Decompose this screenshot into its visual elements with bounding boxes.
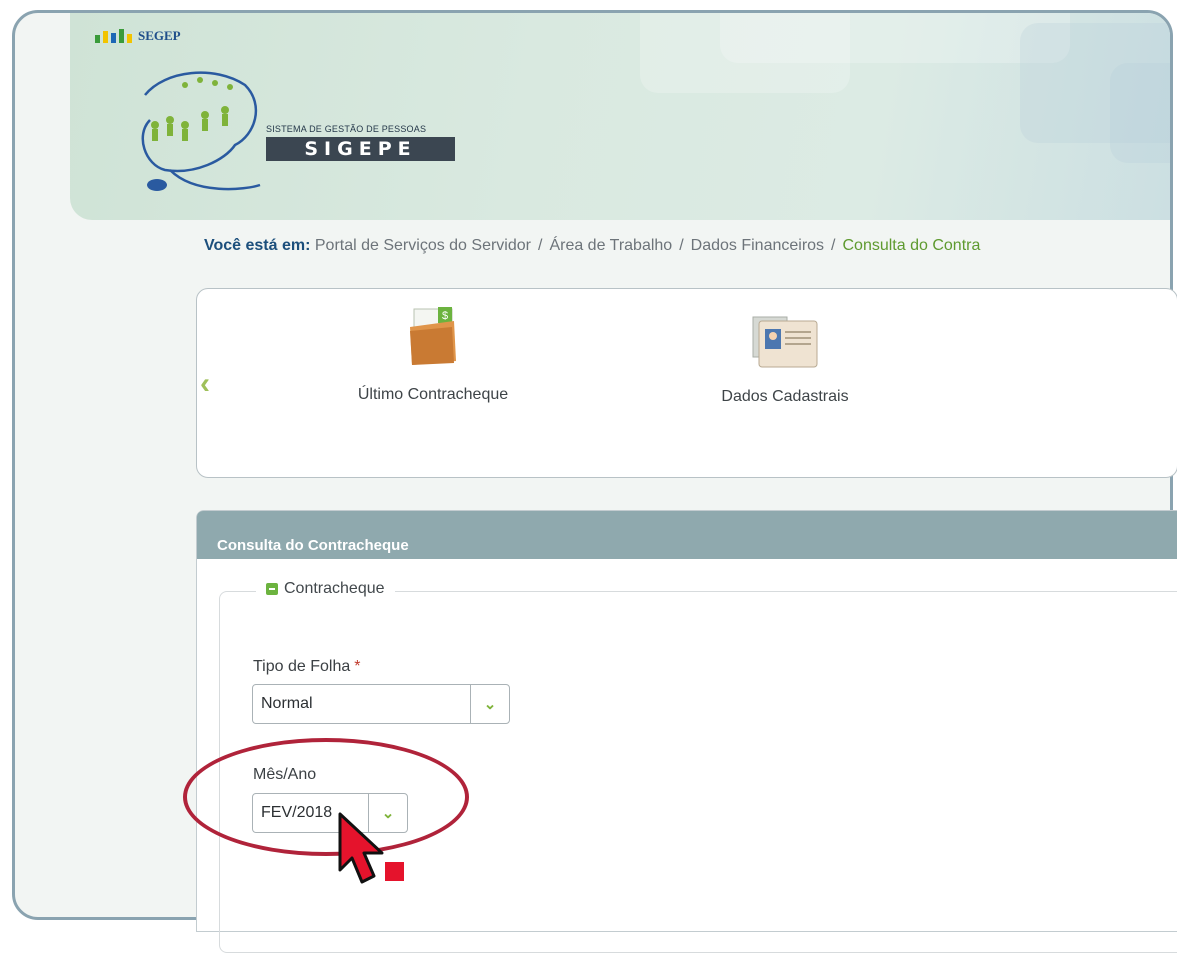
carousel-prev-icon[interactable]: ‹ bbox=[200, 367, 210, 401]
segep-logo: SEGEP bbox=[95, 28, 181, 44]
required-mark: * bbox=[354, 658, 361, 675]
segep-text: SEGEP bbox=[138, 28, 181, 43]
breadcrumb-separator: / bbox=[831, 237, 836, 254]
fieldset-legend-label: Contracheque bbox=[284, 580, 385, 597]
card-dados-cadastrais[interactable]: Dados Cadastrais bbox=[675, 307, 895, 406]
panel-title: Consulta do Contracheque bbox=[197, 511, 1177, 559]
system-name: SIGEPE bbox=[266, 137, 455, 161]
segep-bars-icon bbox=[95, 29, 132, 43]
highlight-ellipse bbox=[183, 738, 469, 856]
svg-text:$: $ bbox=[442, 310, 448, 322]
cursor-square-icon bbox=[385, 862, 404, 881]
fieldset-legend[interactable]: Contracheque bbox=[256, 580, 395, 598]
system-subtitle: SISTEMA DE GESTÃO DE PESSOAS bbox=[266, 124, 427, 134]
breadcrumb-lead: Você está em: bbox=[204, 237, 311, 254]
card-label: Dados Cadastrais bbox=[721, 388, 849, 405]
breadcrumb-item[interactable]: Área de Trabalho bbox=[549, 237, 672, 254]
collapse-icon[interactable] bbox=[266, 583, 278, 595]
id-card-icon bbox=[752, 316, 818, 368]
breadcrumb-item[interactable]: Dados Financeiros bbox=[691, 237, 824, 254]
folder-money-icon: $ bbox=[410, 307, 456, 365]
card-ultimo-contracheque[interactable]: $ Último Contracheque bbox=[323, 303, 543, 404]
chevron-down-icon[interactable]: ⌄ bbox=[470, 685, 509, 723]
breadcrumb-item[interactable]: Portal de Serviços do Servidor bbox=[315, 237, 531, 254]
tipo-folha-label-text: Tipo de Folha bbox=[253, 658, 351, 675]
tipo-folha-value: Normal bbox=[261, 695, 313, 712]
breadcrumb-current: Consulta do Contra bbox=[842, 237, 981, 254]
breadcrumb-separator: / bbox=[679, 237, 684, 254]
breadcrumb-separator: / bbox=[537, 237, 543, 254]
card-label: Último Contracheque bbox=[357, 386, 509, 403]
tipo-folha-select[interactable]: Normal ⌄ bbox=[252, 684, 510, 724]
tipo-folha-label: Tipo de Folha * bbox=[253, 658, 360, 676]
breadcrumb: Você está em: Portal de Serviços do Serv… bbox=[204, 237, 980, 255]
mouse-pointer-icon bbox=[338, 812, 384, 884]
services-carousel: ‹ $ Último Contracheque Dados Cadastrais bbox=[196, 288, 1177, 478]
people-map-icon bbox=[141, 71, 261, 191]
